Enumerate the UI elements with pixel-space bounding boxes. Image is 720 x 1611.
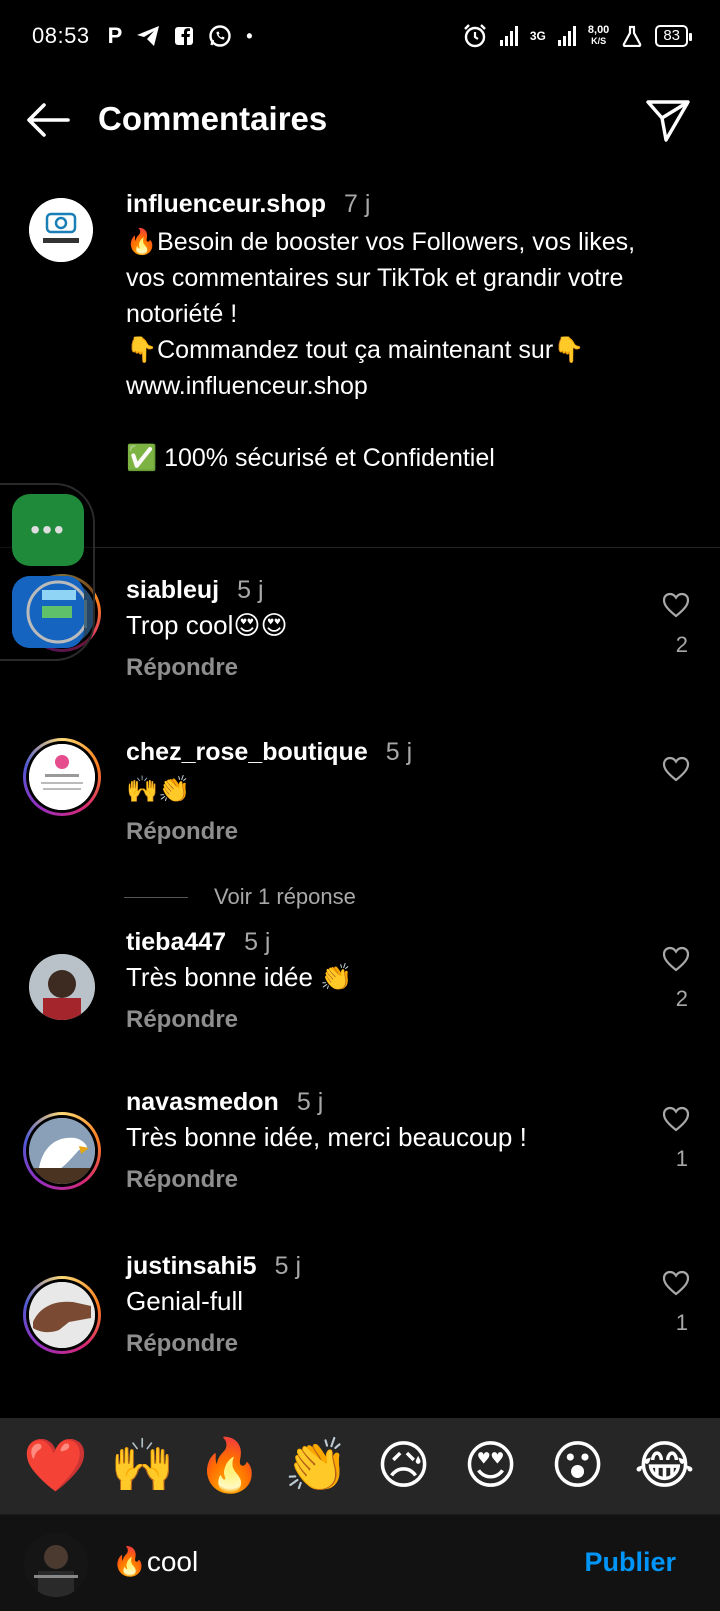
comment-user-line: chez_rose_boutique 5 j (126, 738, 412, 767)
telegram-icon (137, 26, 160, 46)
reaction-heart-eyes[interactable]: 😍 (456, 1440, 526, 1492)
quick-reactions-bar: ❤️ 🙌 🔥 👏 😥 😍 😮 😂 (0, 1418, 720, 1514)
alarm-icon (464, 24, 486, 48)
comment-item: siableuj 5 j Trop cool😍😍 Répondre 2 (0, 548, 720, 708)
like-count: 2 (675, 632, 688, 657)
comment-composer: 🔥cool Publier (0, 1514, 720, 1611)
heart-icon[interactable] (662, 946, 690, 972)
comment-input[interactable]: 🔥cool (112, 1545, 532, 1578)
comment-text: Très bonne idée 👏 (126, 962, 353, 992)
username[interactable]: chez_rose_boutique (126, 738, 368, 766)
caption-user-line: influenceur.shop 7 j (126, 190, 370, 219)
status-notification-icons: P • (108, 23, 253, 49)
timestamp: 5 j (244, 928, 271, 956)
view-replies-label: Voir 1 réponse (214, 884, 356, 909)
reply-button[interactable]: Répondre (126, 1006, 238, 1034)
floating-app-bubble[interactable] (12, 576, 84, 648)
view-replies-button[interactable]: Voir 1 réponse (124, 884, 356, 910)
like-count: 1 (675, 1146, 688, 1171)
reaction-sad[interactable]: 😥 (369, 1440, 439, 1492)
username[interactable]: tieba447 (126, 928, 226, 956)
reply-button[interactable]: Répondre (126, 818, 238, 846)
timestamp: 5 j (296, 1088, 324, 1116)
own-avatar (24, 1533, 88, 1597)
network-type: 3G (529, 29, 546, 43)
p-app-icon: P (107, 23, 123, 48)
avatar[interactable] (29, 1118, 95, 1184)
username[interactable]: influenceur.shop (126, 190, 326, 218)
net-speed-unit: K/S (591, 36, 607, 46)
heart-icon[interactable] (662, 1270, 690, 1296)
heart-icon[interactable] (662, 756, 690, 782)
net-speed-value: 8,00 (587, 24, 610, 36)
comment-text: Genial-full (126, 1286, 244, 1316)
reaction-clap[interactable]: 👏 (282, 1440, 352, 1492)
avatar[interactable] (29, 744, 95, 810)
comment-item: navasmedon 5 j Très bonne idée, merci bea… (0, 1088, 720, 1248)
like-count: 2 (675, 986, 688, 1011)
username[interactable]: navasmedon (126, 1088, 279, 1116)
like-count: 1 (675, 1310, 688, 1335)
post-caption: influenceur.shop 7 j 🔥Besoin de booster v… (0, 180, 720, 548)
comment-text: Très bonne idée, merci beaucoup ! (126, 1122, 527, 1152)
send-icon[interactable] (644, 96, 692, 144)
reply-button[interactable]: Répondre (126, 654, 238, 682)
reply-button[interactable]: Répondre (126, 1166, 238, 1194)
comment-user-line: tieba447 5 j (126, 928, 270, 957)
tieba447-avatar-icon (29, 954, 95, 1020)
username[interactable]: siableuj (126, 576, 219, 604)
back-arrow-icon[interactable] (24, 98, 72, 142)
status-bar: 08:53 P • 3G 8,00 K/S 83 (0, 0, 720, 72)
comment-item: chez_rose_boutique 5 j 🙌👏 Répondre (0, 712, 720, 872)
comment-item: tieba447 5 j Très bonne idée 👏 Répondre 2 (0, 924, 720, 1084)
reply-button[interactable]: Répondre (126, 1330, 238, 1358)
timestamp: 5 j (237, 576, 264, 604)
avatar[interactable] (29, 198, 93, 262)
page-title: Commentaires (98, 100, 328, 137)
battery-indicator: 83 (655, 25, 692, 47)
comment-text: 🙌👏 (126, 774, 191, 804)
signal-strength-2-icon (557, 26, 576, 46)
timestamp: 5 j (274, 1252, 301, 1280)
reaction-surprised[interactable]: 😮 (543, 1440, 613, 1492)
divider (124, 896, 188, 898)
more-options-bubble[interactable]: ••• (12, 494, 84, 566)
eagle-avatar-icon (29, 1118, 95, 1184)
signal-strength-icon (499, 26, 518, 46)
reaction-laughing[interactable]: 😂 (630, 1440, 700, 1492)
hand-avatar-icon (29, 1282, 95, 1348)
comment-text: Trop cool😍😍 (126, 610, 288, 640)
comment-user-line: justinsahi5 5 j (126, 1252, 301, 1281)
avatar[interactable] (29, 1282, 95, 1348)
app-bubble-icon (12, 576, 84, 648)
influenceur-logo-icon (29, 198, 93, 262)
app-header: Commentaires (0, 80, 720, 160)
whatsapp-icon (209, 25, 231, 47)
comment-item: justinsahi5 5 j Genial-full Répondre 1 (0, 1252, 720, 1412)
status-time: 08:53 (32, 23, 90, 48)
timestamp: 7 j (344, 190, 371, 218)
flask-icon (623, 25, 642, 47)
own-avatar-icon (24, 1533, 88, 1597)
facebook-icon (175, 27, 194, 45)
heart-icon[interactable] (662, 592, 690, 618)
reaction-heart[interactable]: ❤️ (21, 1440, 91, 1492)
timestamp: 5 j (385, 738, 413, 766)
rose-boutique-avatar-icon (29, 744, 95, 810)
status-system-icons: 3G 8,00 K/S 83 (462, 23, 692, 49)
publish-button[interactable]: Publier (584, 1547, 676, 1578)
comment-user-line: navasmedon 5 j (126, 1088, 323, 1117)
reaction-fire[interactable]: 🔥 (195, 1440, 265, 1492)
notification-dot: • (246, 25, 253, 46)
avatar[interactable] (29, 954, 95, 1020)
comment-user-line: siableuj 5 j (126, 576, 264, 605)
caption-text: 🔥Besoin de booster vos Followers, vos li… (126, 228, 636, 472)
network-speed: 8,00 K/S (588, 25, 609, 47)
heart-icon[interactable] (662, 1106, 690, 1132)
username[interactable]: justinsahi5 (126, 1252, 257, 1280)
reaction-raised-hands[interactable]: 🙌 (108, 1440, 178, 1492)
